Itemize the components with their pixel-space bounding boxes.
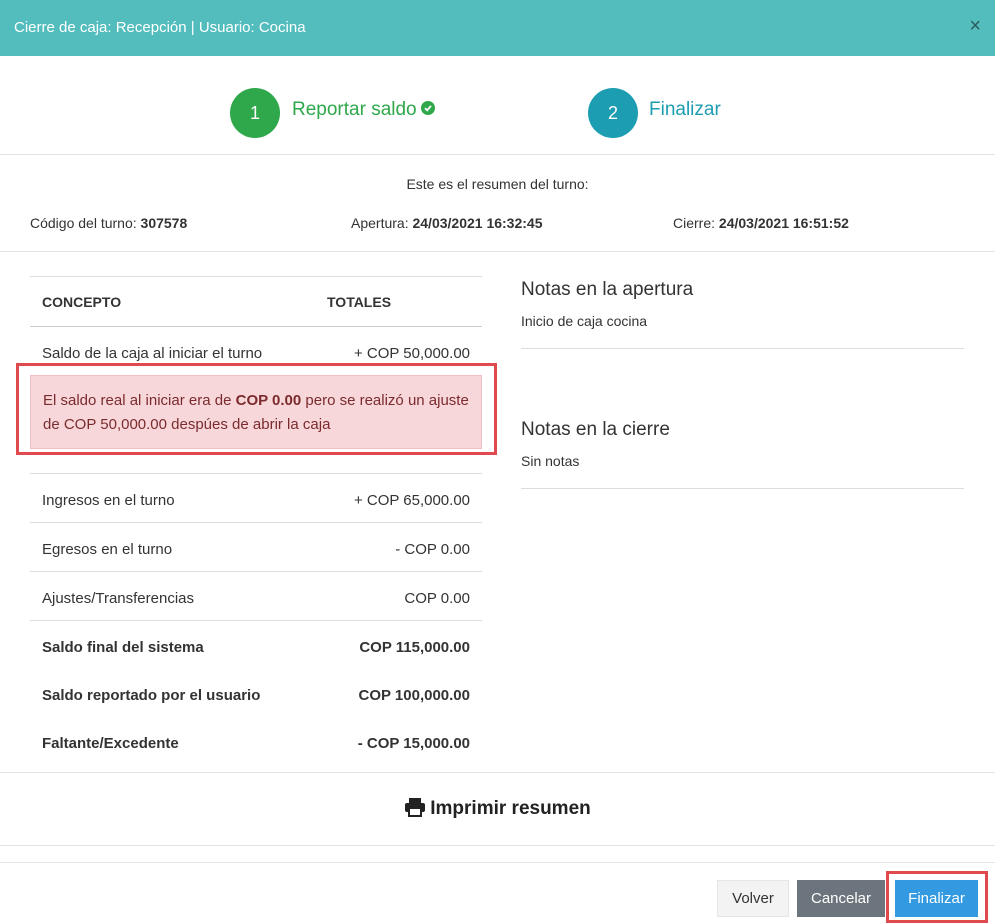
modal-header: Cierre de caja: Recepción | Usuario: Coc… [0,0,995,56]
alert-highlight [16,363,497,455]
stepper: 1 Reportar saldo 2 Finalizar [0,56,995,155]
shift-open-time: Apertura: 24/03/2021 16:32:45 [351,215,543,231]
step-2-label: Finalizar [649,99,721,120]
opening-notes-title: Notas en la apertura [521,279,694,300]
closing-notes-title: Notas en la cierre [521,419,670,440]
total-row: Saldo reportado por el usuario COP 100,0… [42,687,470,704]
step-1-circle: 1 [230,88,280,138]
table-row: Egresos en el turno - COP 0.00 [30,523,482,572]
total-row: Faltante/Excedente - COP 15,000.00 [42,735,470,752]
step-1-label-text: Reportar saldo [292,99,417,120]
divider [0,862,995,863]
back-button[interactable]: Volver [717,880,789,917]
col-totals: TOTALES [327,294,392,310]
print-summary-label: Imprimir resumen [430,798,591,819]
shift-close-time: Cierre: 24/03/2021 16:51:52 [673,215,849,231]
table-row: Ajustes/Transferencias COP 0.00 [30,572,482,621]
divider [0,251,995,252]
col-concept: CONCEPTO [42,294,122,310]
summary-table: CONCEPTO TOTALES Saldo de la caja al ini… [30,276,482,765]
finish-highlight [886,871,988,923]
printer-icon [405,797,426,817]
modal-title: Cierre de caja: Recepción | Usuario: Coc… [14,19,306,36]
table-row: Ingresos en el turno + COP 65,000.00 [30,474,482,523]
table-header: CONCEPTO TOTALES [30,277,482,327]
opening-notes: Notas en la apertura Inicio de caja coci… [521,279,964,349]
shift-code: Código del turno: 307578 [30,215,188,231]
check-circle-icon [420,100,435,115]
step-1-label: Reportar saldo [292,99,435,121]
closing-notes-text: Sin notas [521,453,580,469]
divider [0,845,995,846]
divider [0,772,995,773]
close-icon[interactable]: × [969,16,981,36]
total-row: Saldo final del sistema COP 115,000.00 [42,639,470,656]
cancel-button[interactable]: Cancelar [797,880,885,917]
step-2-circle: 2 [588,88,638,138]
closing-notes: Notas en la cierre Sin notas [521,419,964,489]
opening-notes-text: Inicio de caja cocina [521,313,648,329]
summary-intro: Este es el resumen del turno: [406,176,589,192]
print-summary-button[interactable]: Imprimir resumen [0,797,995,820]
